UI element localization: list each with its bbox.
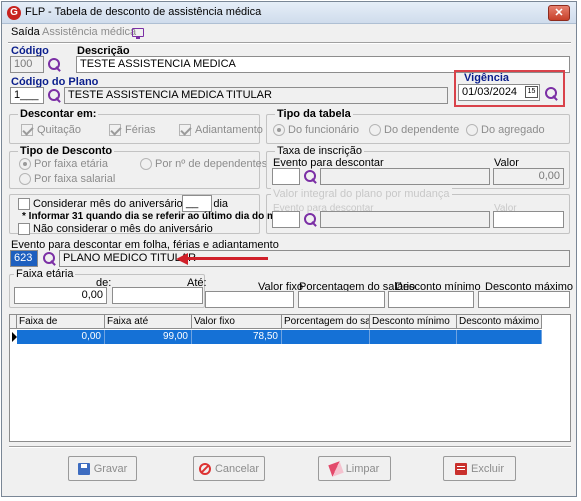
menu-assistencia-medica[interactable]: Assistência médica	[42, 26, 136, 38]
codigo-search-icon[interactable]	[48, 58, 61, 71]
cancelar-button[interactable]: Cancelar	[193, 456, 265, 481]
mudanca-evento-desc	[320, 211, 490, 228]
codigo-plano-desc: TESTE ASSISTENCIA MEDICA TITULAR	[64, 87, 448, 104]
monitor-icon[interactable]	[132, 28, 144, 39]
faixas-table[interactable]: Faixa de Faixa até Valor fixo Porcentage…	[9, 314, 571, 442]
dependente-label: Do dependente	[384, 124, 460, 136]
funcionario-radio[interactable]	[273, 124, 285, 136]
codigo-plano-input[interactable]: 1___	[10, 87, 44, 104]
mudanca-evento-search-icon[interactable]	[304, 213, 317, 226]
funcionario-label: Do funcionário	[288, 124, 359, 136]
evento-desconto-search-icon[interactable]	[43, 252, 56, 265]
faixa-etaria-title: Faixa etária	[14, 268, 76, 280]
table-header: Faixa de Faixa até Valor fixo Porcentage…	[10, 315, 542, 329]
descontar-em-title: Descontar em:	[18, 108, 99, 120]
cell-desc-maximo[interactable]	[457, 330, 542, 344]
col-desc-maximo[interactable]: Desconto máximo	[457, 315, 542, 329]
mudanca-valor-input[interactable]	[493, 211, 564, 228]
cancel-icon	[198, 462, 211, 475]
considerar-aniversario-checkbox[interactable]	[18, 198, 30, 210]
eraser-icon	[327, 460, 344, 477]
main-window: G FLP - Tabela de desconto de assistênci…	[1, 1, 577, 497]
agregado-label: Do agregado	[481, 124, 545, 136]
taxa-valor-input[interactable]: 0,00	[493, 168, 564, 185]
aniversario-info: * Informar 31 quando dia se referir ao ú…	[22, 211, 288, 222]
cell-desc-minimo[interactable]	[370, 330, 457, 344]
close-window-button[interactable]: ✕	[548, 5, 570, 21]
cell-faixa-de[interactable]: 0,00	[17, 330, 105, 344]
calendar-icon[interactable]: 15	[525, 86, 538, 98]
faixa-salarial-radio[interactable]	[19, 173, 31, 185]
cell-faixa-ate[interactable]: 99,00	[105, 330, 192, 344]
cell-porc-salario[interactable]	[282, 330, 370, 344]
cell-valor-fixo[interactable]: 78,50	[192, 330, 282, 344]
evento-desconto-code-input[interactable]: 623	[10, 250, 38, 267]
num-dependentes-label: Por nº de dependentes	[155, 158, 268, 170]
vigencia-search-icon[interactable]	[545, 87, 558, 100]
excluir-label: Excluir	[470, 462, 504, 475]
limpar-label: Limpar	[345, 462, 380, 475]
tipo-tabela-title: Tipo da tabela	[275, 108, 353, 120]
faixa-etaria-radio[interactable]	[19, 158, 31, 170]
quitacao-label: Quitação	[37, 124, 82, 136]
evento-desconto-desc: PLANO MEDICO TITULAR	[59, 250, 570, 267]
save-icon	[77, 462, 90, 475]
aniversario-dia-input[interactable]: __	[182, 195, 212, 212]
dependente-radio[interactable]	[369, 124, 381, 136]
ferias-checkbox[interactable]	[109, 124, 121, 136]
limpar-button[interactable]: Limpar	[318, 456, 391, 481]
trash-icon	[454, 462, 467, 475]
menu-separator	[8, 42, 571, 44]
taxa-evento-input[interactable]	[272, 168, 300, 185]
ferias-label: Férias	[125, 124, 156, 136]
title-bar: G FLP - Tabela de desconto de assistênci…	[2, 2, 576, 24]
codigo-input[interactable]: 100	[10, 56, 44, 73]
faixa-ate-input[interactable]	[112, 287, 203, 304]
desc-maximo-input[interactable]	[478, 291, 570, 308]
mudanca-evento-input[interactable]	[272, 211, 300, 228]
app-logo-icon: G	[7, 6, 21, 20]
nao-considerar-aniversario-checkbox[interactable]	[18, 223, 30, 235]
annotation-arrow-line	[188, 257, 268, 260]
mudanca-plano-title: Valor integral do plano por mudança	[271, 188, 452, 200]
quitacao-checkbox[interactable]	[21, 124, 33, 136]
faixa-salarial-label: Por faixa salarial	[34, 173, 116, 185]
taxa-evento-search-icon[interactable]	[304, 170, 317, 183]
table-indicator-header	[10, 315, 17, 329]
nao-considerar-aniversario-label: Não considerar o mês do aniversário	[33, 223, 213, 235]
taxa-evento-desc	[320, 168, 490, 185]
footer-separator	[9, 446, 571, 448]
adiantamento-label: Adiantamento	[195, 124, 263, 136]
menu-bar: Saída Assistência médica	[2, 25, 576, 41]
col-faixa-de[interactable]: Faixa de	[17, 315, 105, 329]
codigo-plano-search-icon[interactable]	[48, 89, 61, 102]
faixa-etaria-label: Por faixa etária	[34, 158, 108, 170]
col-porc-salario[interactable]: Porcentagem do salário	[282, 315, 370, 329]
menu-saida[interactable]: Saída	[11, 26, 40, 38]
vigencia-label: Vigência	[464, 72, 510, 84]
col-faixa-ate[interactable]: Faixa até	[105, 315, 192, 329]
gravar-label: Gravar	[93, 462, 128, 475]
cancelar-label: Cancelar	[214, 462, 260, 475]
agregado-radio[interactable]	[466, 124, 478, 136]
num-dependentes-radio[interactable]	[140, 158, 152, 170]
gravar-button[interactable]: Gravar	[68, 456, 137, 481]
excluir-button[interactable]: Excluir	[443, 456, 516, 481]
col-desc-minimo[interactable]: Desconto mínimo	[370, 315, 457, 329]
faixa-de-input[interactable]: 0,00	[14, 287, 107, 304]
annotation-arrow-head	[176, 253, 188, 265]
porc-salario-input[interactable]	[298, 291, 385, 308]
window-title: FLP - Tabela de desconto de assistência …	[25, 6, 262, 18]
valor-fixo-input[interactable]	[205, 291, 294, 308]
col-valor-fixo[interactable]: Valor fixo	[192, 315, 282, 329]
desc-minimo-input[interactable]	[388, 291, 474, 308]
tipo-desconto-title: Tipo de Desconto	[18, 145, 115, 157]
adiantamento-checkbox[interactable]	[179, 124, 191, 136]
taxa-inscricao-title: Taxa de inscrição	[275, 145, 364, 157]
